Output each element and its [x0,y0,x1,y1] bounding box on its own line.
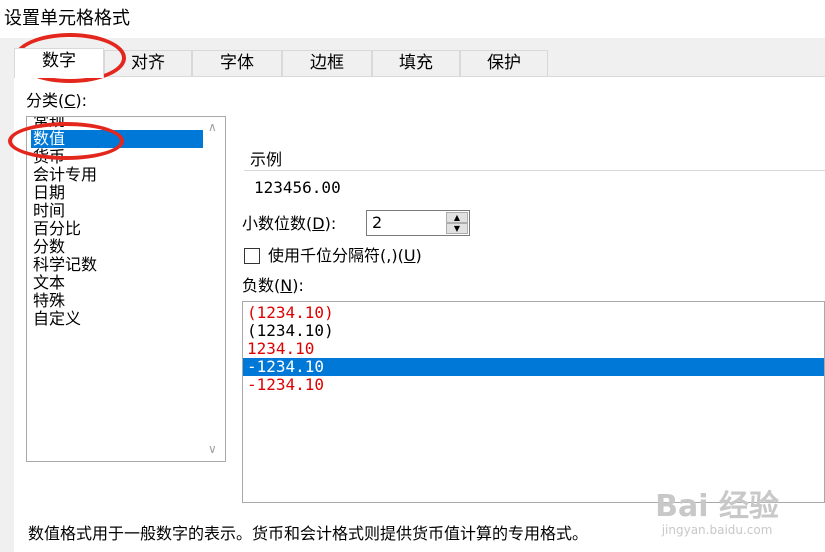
category-item-date[interactable]: 日期 [31,184,203,202]
spin-up-icon[interactable]: ▲ [446,212,468,223]
category-item-time[interactable]: 时间 [31,202,203,220]
category-item-accounting[interactable]: 会计专用 [31,166,203,184]
category-item-fraction[interactable]: 分数 [31,238,203,256]
negative-numbers-label: 负数(N): [242,276,304,295]
category-item-number[interactable]: 数值 [31,130,203,148]
tab-alignment[interactable]: 对齐 [104,50,192,76]
category-item-percentage[interactable]: 百分比 [31,220,203,238]
category-listbox[interactable]: 常规 数值 货币 会计专用 日期 时间 百分比 分数 科学记数 文本 特殊 自定… [26,116,226,462]
tab-font[interactable]: 字体 [192,50,282,76]
category-item-special[interactable]: 特殊 [31,292,203,310]
negative-format-item[interactable]: 1234.10 [243,340,824,358]
window-title: 设置单元格格式 [4,8,130,29]
watermark-url: jingyan.baidu.com [661,523,773,537]
sample-label: 示例 [250,150,283,169]
category-item-custom[interactable]: 自定义 [31,310,203,328]
category-item-general[interactable]: 常规 [31,117,203,130]
decimal-places-spinner[interactable]: 2 ▲ ▼ [366,210,470,236]
format-description: 数值格式用于一般数字的表示。货币和会计格式则提供货币值计算的专用格式。 [28,524,589,543]
scroll-up-icon[interactable]: ∧ [208,121,217,133]
number-tab-panel: 分类(C): 常规 数值 货币 会计专用 日期 时间 百分比 分数 科学记数 文… [14,76,825,552]
spinner-buttons: ▲ ▼ [446,212,468,234]
category-item-currency[interactable]: 货币 [31,148,203,166]
spin-down-icon[interactable]: ▼ [446,223,468,234]
negative-format-item-selected[interactable]: -1234.10 [243,358,824,376]
category-scrollbar[interactable]: ∧ ∨ [205,117,225,461]
category-label: 分类(C): [26,91,88,110]
thousands-separator-label[interactable]: 使用千位分隔符(,)(U) [268,246,422,266]
sample-value: 123456.00 [254,178,341,197]
negative-numbers-listbox[interactable]: (1234.10) (1234.10) 1234.10 -1234.10 -12… [242,301,825,503]
negative-format-item[interactable]: (1234.10) [243,322,824,340]
tab-fill[interactable]: 填充 [372,50,460,76]
negative-numbers-list: (1234.10) (1234.10) 1234.10 -1234.10 -12… [243,304,824,394]
category-item-text[interactable]: 文本 [31,274,203,292]
watermark-logo: Bai 经验 [655,489,779,524]
decimal-places-label: 小数位数(D): [242,214,337,233]
thousands-separator-checkbox[interactable] [244,248,260,264]
tab-protection[interactable]: 保护 [460,50,548,76]
format-cells-dialog: 数字 对齐 字体 边框 填充 保护 分类(C): 常规 数值 货币 会计专用 日… [0,38,825,552]
scroll-down-icon[interactable]: ∨ [208,443,217,455]
sample-group-line [244,170,825,171]
category-item-scientific[interactable]: 科学记数 [31,256,203,274]
baidu-watermark: Bai 经验 jingyan.baidu.com [655,489,779,538]
tab-number[interactable]: 数字 [14,48,104,78]
negative-format-item[interactable]: -1234.10 [243,376,824,394]
category-list: 常规 数值 货币 会计专用 日期 时间 百分比 分数 科学记数 文本 特殊 自定… [31,117,203,328]
negative-format-item[interactable]: (1234.10) [243,304,824,322]
decimal-places-value[interactable]: 2 [372,214,382,232]
tab-border[interactable]: 边框 [282,50,372,76]
tab-strip: 数字 对齐 字体 边框 填充 保护 [14,48,825,78]
title-bar: 设置单元格格式 [0,0,825,38]
